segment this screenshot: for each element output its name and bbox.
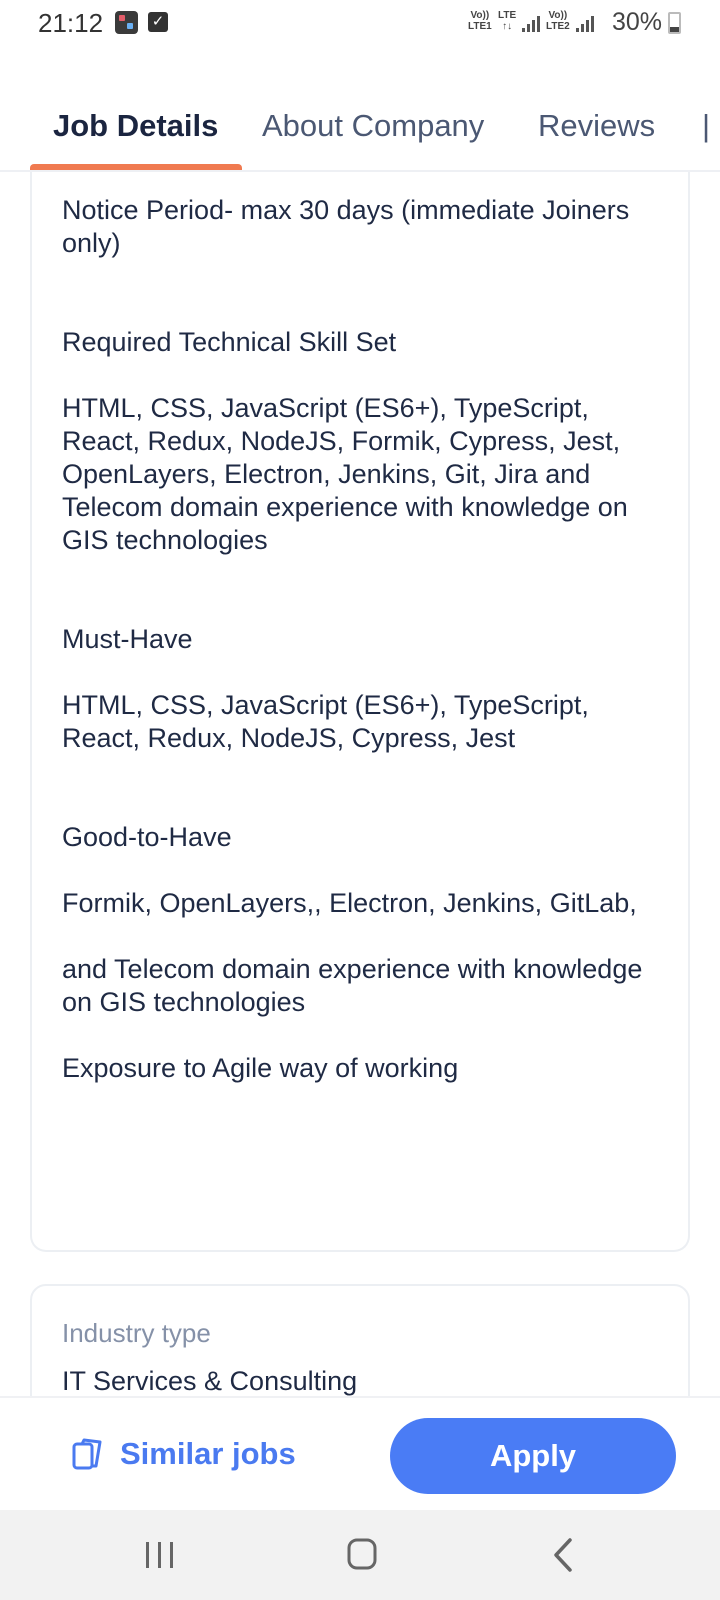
tab-more-partial[interactable]: | — [702, 108, 710, 144]
industry-type-label: Industry type — [62, 1318, 211, 1348]
battery-percent: 30% — [612, 8, 663, 36]
recent-apps-icon[interactable] — [130, 1532, 190, 1578]
network-lte: LTE ↑↓ — [498, 10, 516, 32]
system-navigation-bar — [0, 1510, 720, 1600]
network-sim2-volte: Vo)) — [548, 10, 568, 21]
status-bar: 21:12 ✓ Vo)) LTE1 LTE ↑↓ Vo)) LTE2 30% — [0, 0, 720, 46]
data-arrows-icon: ↑↓ — [502, 21, 513, 32]
job-description: Notice Period- max 30 days (immediate Jo… — [62, 194, 662, 1085]
network-sim1-volte: Vo)) — [470, 10, 490, 21]
app-notification-icon — [115, 11, 138, 34]
notice-period-text: Notice Period- max 30 days (immediate Jo… — [62, 195, 630, 258]
active-tab-indicator — [30, 164, 242, 170]
network-sim1: Vo)) LTE1 — [468, 10, 492, 32]
back-icon[interactable] — [534, 1532, 594, 1578]
home-icon[interactable] — [332, 1532, 392, 1578]
network-lte-label: LTE — [498, 10, 517, 21]
job-description-card: Notice Period- max 30 days (immediate Jo… — [30, 150, 690, 1252]
bottom-action-bar: Similar jobs Apply — [0, 1396, 720, 1510]
signal-icon — [576, 14, 598, 32]
required-skills-heading: Required Technical Skill Set — [62, 327, 397, 357]
tab-job-details[interactable]: Job Details — [53, 108, 218, 144]
agile-note-text: Exposure to Agile way of working — [62, 1053, 459, 1083]
tab-reviews[interactable]: Reviews — [538, 108, 655, 144]
telecom-note-text: and Telecom domain experience with knowl… — [62, 954, 643, 1017]
apply-button[interactable]: Apply — [390, 1418, 676, 1494]
status-time: 21:12 — [38, 8, 104, 38]
signal-icon — [522, 14, 544, 32]
must-have-heading: Must-Have — [62, 624, 193, 654]
must-have-text: HTML, CSS, JavaScript (ES6+), TypeScript… — [62, 690, 589, 753]
industry-type-value: IT Services & Consulting — [62, 1366, 358, 1396]
battery-icon — [668, 12, 681, 34]
good-to-have-heading: Good-to-Have — [62, 822, 232, 852]
tab-about-company[interactable]: About Company — [262, 108, 484, 144]
good-to-have-text: Formik, OpenLayers,, Electron, Jenkins, … — [62, 888, 637, 918]
required-skills-text: HTML, CSS, JavaScript (ES6+), TypeScript… — [62, 393, 628, 555]
task-check-icon: ✓ — [148, 12, 168, 32]
similar-jobs-button[interactable]: Similar jobs — [70, 1422, 296, 1486]
network-sim1-label: LTE1 — [468, 21, 492, 32]
network-sim2-label: LTE2 — [546, 21, 570, 32]
tab-bar: Job Details About Company Reviews | — [0, 88, 720, 172]
job-details-screen: 21:12 ✓ Vo)) LTE1 LTE ↑↓ Vo)) LTE2 30% N… — [0, 0, 720, 1600]
similar-jobs-label: Similar jobs — [120, 1436, 296, 1471]
network-sim2: Vo)) LTE2 — [546, 10, 570, 32]
similar-jobs-icon — [72, 1438, 102, 1470]
